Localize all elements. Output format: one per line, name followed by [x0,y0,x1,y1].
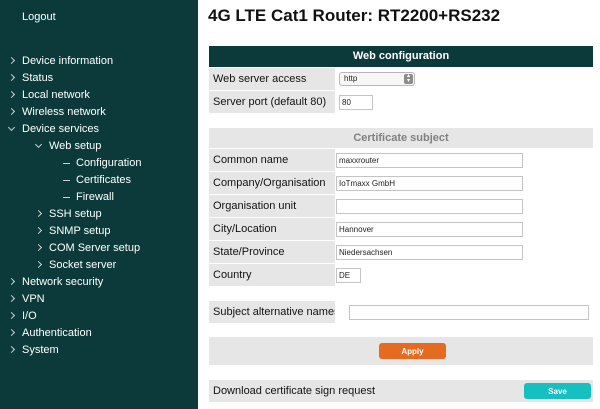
logout-link[interactable]: Logout [22,11,56,23]
sidebar-item-i-o[interactable]: I/O [0,308,198,325]
chevron-down-icon [7,123,16,132]
save-button[interactable]: Save [524,383,591,399]
page-title: 4G LTE Cat1 Router: RT2200+RS232 [208,6,501,25]
sidebar-item-label: Web setup [49,140,102,152]
sidebar-item-label: Firewall [76,191,114,203]
sidebar-item-label: Configuration [76,157,142,169]
state-row: State/Province [209,241,593,263]
apply-bar: Apply [209,337,593,365]
sidebar-item-label: SSH setup [49,208,102,220]
sidebar-item-label: COM Server setup [49,242,141,254]
subject-alt-names-row: Subject alternative names [209,301,593,323]
chevron-right-icon [34,260,43,269]
sidebar-item-label: VPN [22,293,45,305]
country-label: Country [213,269,252,281]
sidebar-item-socket-server[interactable]: Socket server [0,257,198,274]
sidebar-item-label: Certificates [76,174,132,186]
download-csr-bar: Download certificate sign request Save [209,380,593,402]
organisation-unit-label: Organisation unit [213,200,297,212]
chevron-right-icon [34,209,43,218]
sidebar: Logout Device information Status Local net… [0,0,198,409]
server-port-label: Server port (default 80) [213,96,327,108]
city-row: City/Location [209,218,593,240]
city-label: City/Location [213,223,277,235]
sidebar-item-label: Local network [22,89,90,101]
sidebar-item-device-information[interactable]: Device information [0,53,198,70]
common-name-label: Common name [213,154,289,166]
apply-button[interactable]: Apply [379,343,446,359]
company-row: Company/Organisation [209,172,593,194]
sidebar-item-snmp-setup[interactable]: SNMP setup [0,223,198,240]
sidebar-item-label: Device services [22,123,100,135]
server-port-row: Server port (default 80) [209,91,593,113]
sidebar-item-label: SNMP setup [49,225,111,237]
organisation-unit-input[interactable] [336,199,523,214]
select-arrows-icon: ▴ ▾ [404,73,413,84]
web-server-access-label: Web server access [213,73,307,85]
common-name-input[interactable] [336,153,523,168]
country-row: Country [209,264,593,286]
download-csr-label: Download certificate sign request [213,385,376,397]
company-label: Company/Organisation [213,177,326,189]
country-input[interactable] [336,268,361,283]
sidebar-item-system[interactable]: System [0,342,198,359]
sidebar-item-ssh-setup[interactable]: SSH setup [0,206,198,223]
state-label: State/Province [213,246,285,258]
sidebar-item-label: Socket server [49,259,117,271]
subject-alt-names-input[interactable] [349,305,589,320]
web-configuration-header: Web configuration [209,46,593,67]
main-content: 4G LTE Cat1 Router: RT2200+RS232 Web con… [198,0,600,409]
server-port-input[interactable] [339,95,373,110]
company-input[interactable] [336,176,523,191]
sidebar-item-status[interactable]: Status [0,70,198,87]
web-server-access-value: http [344,74,358,83]
chevron-right-icon [7,345,16,354]
common-name-row: Common name [209,149,593,171]
web-server-access-row: Web server access http ▴ ▾ [209,68,593,90]
nav-menu: Device information Status Local network Wir… [0,53,198,359]
sidebar-item-label: I/O [22,310,37,322]
sidebar-item-device-services[interactable]: Device services [0,121,198,138]
chevron-right-icon [7,56,16,65]
chevron-right-icon [34,243,43,252]
chevron-right-icon [7,90,16,99]
certificate-subject-header: Certificate subject [209,128,593,148]
state-input[interactable] [336,245,523,260]
sidebar-item-label: Wireless network [22,106,106,118]
subject-alt-names-label: Subject alternative names [213,306,340,318]
dash-icon [63,197,70,198]
sidebar-item-local-network[interactable]: Local network [0,87,198,104]
sidebar-item-label: System [22,344,59,356]
city-input[interactable] [336,222,523,237]
web-server-access-select[interactable]: http ▴ ▾ [339,72,415,86]
sidebar-item-firewall[interactable]: Firewall [0,189,198,206]
chevron-right-icon [7,328,16,337]
chevron-right-icon [7,73,16,82]
sidebar-item-label: Device information [22,55,114,67]
dash-icon [63,180,70,181]
sidebar-item-com-server-setup[interactable]: COM Server setup [0,240,198,257]
dash-icon [63,163,70,164]
sidebar-item-network-security[interactable]: Network security [0,274,198,291]
sidebar-item-vpn[interactable]: VPN [0,291,198,308]
chevron-right-icon [34,226,43,235]
chevron-right-icon [7,277,16,286]
sidebar-item-authentication[interactable]: Authentication [0,325,198,342]
chevron-down-icon [34,140,43,149]
chevron-right-icon [7,294,16,303]
sidebar-item-label: Status [22,72,54,84]
sidebar-item-configuration[interactable]: Configuration [0,155,198,172]
chevron-right-icon [7,311,16,320]
sidebar-item-web-setup[interactable]: Web setup [0,138,198,155]
chevron-right-icon [7,107,16,116]
sidebar-item-label: Authentication [22,327,92,339]
sidebar-item-certificates[interactable]: Certificates [0,172,198,189]
sidebar-item-label: Network security [22,276,104,288]
organisation-unit-row: Organisation unit [209,195,593,217]
sidebar-item-wireless-network[interactable]: Wireless network [0,104,198,121]
